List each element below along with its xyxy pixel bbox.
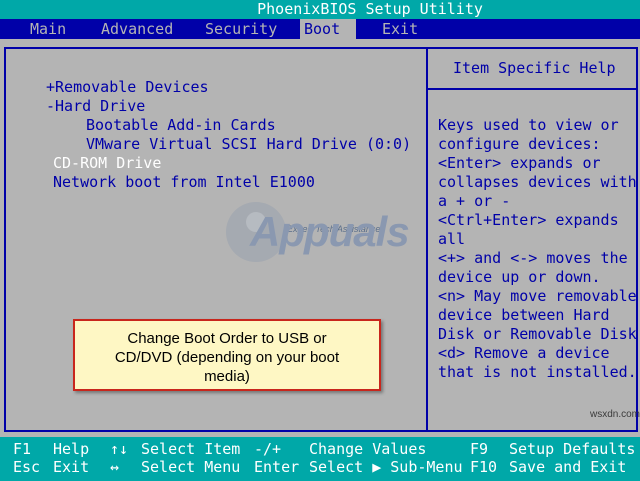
key-leftright[interactable]: ↔ xyxy=(110,458,119,477)
key-enter-desc: Select ▶ Sub-Menu xyxy=(309,458,463,476)
boot-item-cdrom-drive[interactable]: CD-ROM Drive xyxy=(53,154,161,173)
key-minus-plus-desc: Change Values xyxy=(309,440,427,458)
menu-tab-advanced[interactable]: Advanced xyxy=(97,19,177,39)
callout-line: CD/DVD (depending on your boot xyxy=(114,349,340,366)
boot-item-hard-drive[interactable]: -Hard Drive xyxy=(46,97,145,116)
help-line: all xyxy=(438,230,466,248)
key-updown[interactable]: ↑↓ xyxy=(110,440,128,459)
instruction-callout: Change Boot Order to USB or CD/DVD (depe… xyxy=(73,319,381,391)
key-f10-desc: Save and Exit xyxy=(509,458,627,476)
watermark-brand: Appuals xyxy=(250,208,410,255)
help-line: <Ctrl+Enter> expands xyxy=(438,211,619,229)
key-leftright-desc: Select Menu xyxy=(141,458,241,476)
key-f10[interactable]: F10 xyxy=(470,458,497,477)
menu-tab-security[interactable]: Security xyxy=(201,19,281,39)
help-divider xyxy=(428,88,636,90)
help-line: device between Hard xyxy=(438,306,610,324)
title-bar: PhoenixBIOS Setup Utility xyxy=(0,0,640,19)
menu-bar: Main Advanced Security Boot Exit xyxy=(0,19,640,39)
key-esc-desc: Exit xyxy=(53,458,90,476)
key-minus-plus[interactable]: -/+ xyxy=(254,440,281,459)
help-line: <Enter> expands or xyxy=(438,154,601,172)
footer-keybar: F1 Help ↑↓ Select Item -/+ Change Values… xyxy=(0,437,640,481)
key-f1[interactable]: F1 xyxy=(13,440,31,459)
help-line: Disk or Removable Disk xyxy=(438,325,637,343)
site-watermark: wsxdn.com xyxy=(590,409,640,420)
help-line: a + or - xyxy=(438,192,511,210)
help-line: Keys used to view or xyxy=(438,116,619,134)
menu-tab-main[interactable]: Main xyxy=(26,19,70,39)
help-header: Item Specific Help xyxy=(453,59,616,77)
key-f9[interactable]: F9 xyxy=(470,440,488,459)
key-f9-desc: Setup Defaults xyxy=(509,440,636,458)
help-line: that is not installed. xyxy=(438,363,637,381)
menu-tab-boot[interactable]: Boot xyxy=(300,19,356,39)
boot-item-network-boot[interactable]: Network boot from Intel E1000 xyxy=(53,173,315,192)
help-line: device up or down. xyxy=(438,268,601,286)
callout-line: Change Boot Order to USB or xyxy=(127,330,327,347)
help-line: configure devices: xyxy=(438,135,601,153)
boot-item-bootable-addin-cards[interactable]: Bootable Add-in Cards xyxy=(86,116,276,135)
help-line: <n> May move removable xyxy=(438,287,637,305)
help-line: <+> and <-> moves the xyxy=(438,249,628,267)
boot-item-vmware-scsi[interactable]: VMware Virtual SCSI Hard Drive (0:0) xyxy=(86,135,411,154)
bios-title: PhoenixBIOS Setup Utility xyxy=(257,0,483,18)
callout-line: media) xyxy=(204,368,250,385)
key-updown-desc: Select Item xyxy=(141,440,241,458)
menu-tab-exit[interactable]: Exit xyxy=(378,19,422,39)
help-line: <d> Remove a device xyxy=(438,344,610,362)
key-enter[interactable]: Enter xyxy=(254,458,299,477)
help-line: collapses devices with xyxy=(438,173,637,191)
key-f1-desc: Help xyxy=(53,440,90,458)
boot-item-removable-devices[interactable]: +Removable Devices xyxy=(46,78,209,97)
key-esc[interactable]: Esc xyxy=(13,458,40,477)
